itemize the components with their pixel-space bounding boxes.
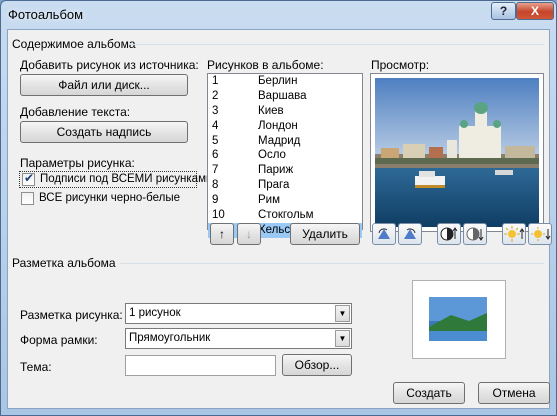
captions-checkbox[interactable]: ✔ [22, 171, 35, 186]
brightness-down-icon [531, 227, 551, 241]
group-divider [128, 44, 544, 45]
rotate-left-button[interactable] [372, 223, 396, 245]
picture-number: 5 [212, 134, 219, 147]
list-item[interactable]: 8 Прага [208, 178, 362, 193]
picture-name: Берлин [258, 75, 298, 87]
browse-button[interactable]: Обзор... [282, 354, 352, 376]
contrast-increase-button[interactable] [437, 223, 461, 245]
create-caption-button[interactable]: Создать надпись [20, 121, 188, 143]
list-item[interactable]: 10 Стокгольм [208, 208, 362, 223]
checkmark-icon: ✔ [24, 171, 35, 185]
picture-number: 4 [212, 119, 219, 132]
list-item[interactable]: 9 Рим [208, 193, 362, 208]
layout-preview [412, 280, 506, 359]
window-title: Фотоальбом [8, 7, 84, 22]
picture-number: 6 [212, 149, 219, 162]
list-item[interactable]: 2 Варшава [208, 89, 362, 104]
picture-name: Париж [258, 164, 294, 177]
layout-thumbnail [429, 297, 487, 341]
frame-shape-label: Форма рамки: [20, 333, 98, 347]
picture-name: Киев [258, 104, 284, 117]
list-item[interactable]: 5 Мадрид [208, 134, 362, 149]
list-item[interactable]: 6 Осло [208, 148, 362, 163]
picture-options-label: Параметры рисунка: [20, 156, 135, 170]
delete-button[interactable]: Удалить [290, 223, 360, 245]
create-button[interactable]: Создать [393, 382, 465, 404]
contrast-down-icon [466, 227, 484, 241]
helsinki-photo [375, 78, 539, 227]
preview-label: Просмотр: [371, 58, 430, 72]
add-text-label: Добавление текста: [20, 105, 131, 119]
chevron-down-icon[interactable]: ▼ [335, 330, 350, 347]
list-item[interactable]: 3 Киев [208, 104, 362, 119]
preview-image [370, 73, 544, 232]
picture-number: 3 [212, 104, 219, 117]
pictures-listbox[interactable]: 1 Берлин 2 Варшава 3 Киев 4 Лондон 5 Мадрид 6 Осло 7… [207, 73, 363, 238]
rotate-left-icon [378, 228, 390, 239]
dialog-body: Содержимое альбома Добавить рисунок из и… [7, 29, 552, 409]
captions-checkbox-label: Подписи под ВСЕМИ рисунками [40, 173, 213, 185]
list-item[interactable]: 4 Лондон [208, 119, 362, 134]
picture-number: 1 [212, 75, 219, 87]
move-up-button[interactable]: ↑ [210, 223, 234, 245]
layout-combobox[interactable]: 1 рисунок ▼ [125, 303, 352, 324]
captions-checkbox-row[interactable]: ✔ Подписи под ВСЕМИ рисунками [19, 171, 212, 188]
brightness-up-icon [504, 226, 525, 242]
picture-number: 2 [212, 89, 219, 102]
picture-number: 10 [212, 209, 225, 222]
picture-number: 8 [212, 179, 219, 192]
picture-name: Рим [258, 194, 281, 207]
picture-name: Лондон [258, 119, 298, 132]
title-bar: Фотоальбом ? X [1, 1, 556, 29]
photo-album-dialog: Фотоальбом ? X Содержимое альбома Добави… [0, 0, 557, 416]
brightness-decrease-button[interactable] [528, 223, 552, 245]
close-button[interactable]: X [516, 2, 554, 20]
album-layout-group-title: Разметка альбома [12, 256, 116, 270]
theme-label: Тема: [20, 360, 52, 374]
rotate-right-icon [404, 228, 416, 239]
file-or-disk-button[interactable]: Файл или диск... [20, 74, 188, 96]
layout-label: Разметка рисунка: [20, 308, 123, 322]
picture-number: 9 [212, 194, 219, 207]
album-content-group-title: Содержимое альбома [12, 37, 136, 51]
picture-name: Мадрид [258, 134, 301, 147]
group-divider [120, 263, 544, 264]
picture-name: Стокгольм [258, 209, 314, 222]
cancel-button[interactable]: Отмена [478, 382, 550, 404]
bw-checkbox-label: ВСЕ рисунки черно-белые [39, 192, 180, 204]
picture-name: Осло [258, 149, 286, 162]
picture-name: Варшава [258, 89, 307, 102]
contrast-decrease-button[interactable] [463, 223, 487, 245]
brightness-increase-button[interactable] [502, 223, 526, 245]
arrow-up-icon: ↑ [219, 227, 225, 241]
arrow-down-icon: ↓ [246, 227, 252, 241]
list-item[interactable]: 7 Париж [208, 163, 362, 178]
move-down-button[interactable]: ↓ [237, 223, 261, 245]
help-button[interactable]: ? [491, 2, 516, 20]
bw-checkbox[interactable] [21, 192, 34, 205]
rotate-right-button[interactable] [398, 223, 422, 245]
theme-input[interactable] [125, 355, 276, 376]
pictures-in-album-label: Рисунков в альбоме: [207, 58, 324, 72]
frame-shape-value: Прямоугольник [129, 332, 211, 344]
picture-number: 7 [212, 164, 219, 177]
frame-shape-combobox[interactable]: Прямоугольник ▼ [125, 328, 352, 349]
chevron-down-icon[interactable]: ▼ [335, 305, 350, 322]
list-item[interactable]: 1 Берлин [208, 74, 362, 89]
contrast-up-icon [440, 227, 458, 241]
bw-checkbox-row[interactable]: ВСЕ рисунки черно-белые [19, 191, 197, 208]
picture-name: Прага [258, 179, 290, 192]
layout-value: 1 рисунок [129, 307, 181, 319]
add-picture-label: Добавить рисунок из источника: [20, 58, 199, 72]
